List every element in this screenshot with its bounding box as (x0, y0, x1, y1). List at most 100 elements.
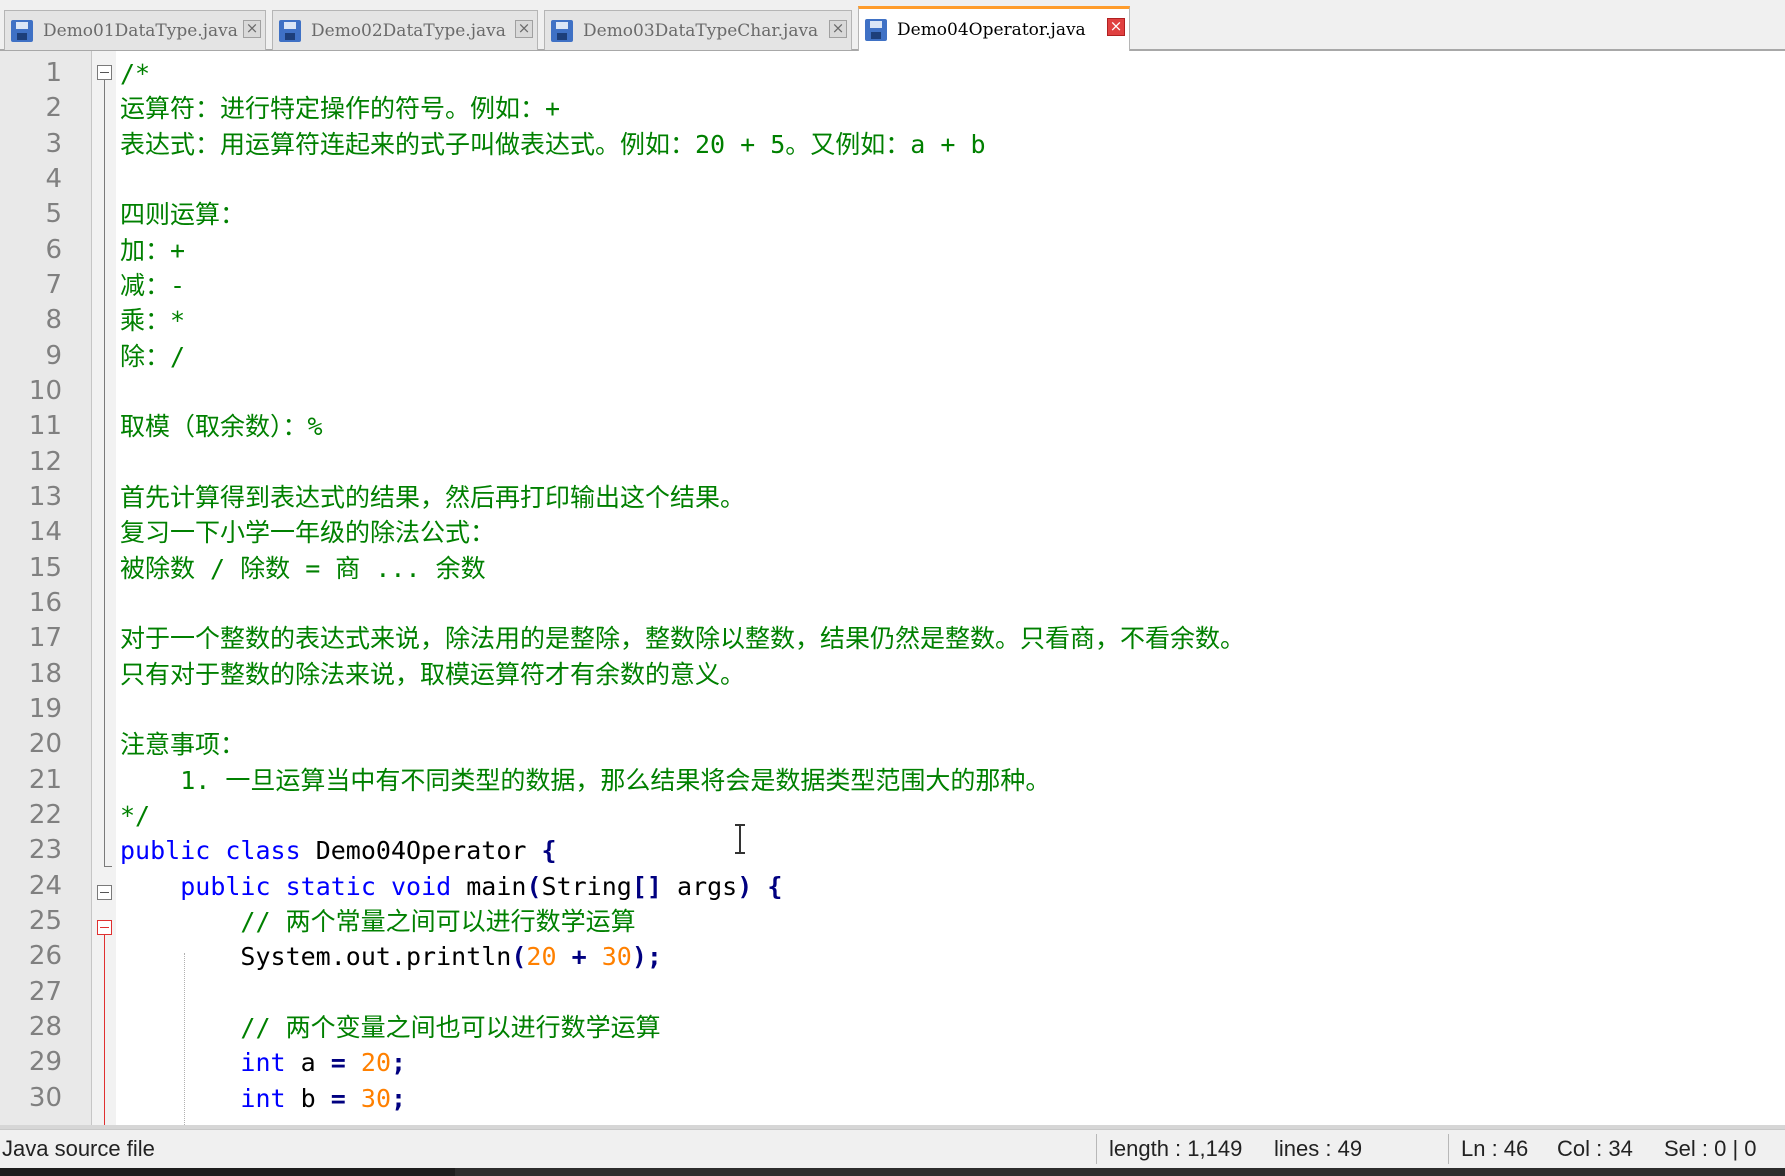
code-text: /* (120, 59, 151, 88)
keyword: void (390, 871, 452, 901)
code-editor[interactable]: 1 /* 2 运算符：进行特定操作的符号。例如：+ 3 表达式：用运算符连起来的… (0, 51, 1785, 1125)
code-text: public static void main(String[] args) { (120, 869, 782, 904)
keyword: public (180, 871, 271, 901)
line-number: 6 (45, 234, 62, 265)
class-name: Demo04Operator (315, 836, 527, 866)
code-line: 29 int a = 20; (0, 1045, 1785, 1080)
code-line: 26 System.out.println(20 + 30); (0, 939, 1785, 974)
line-number: 23 (28, 835, 62, 866)
line-number: 9 (45, 340, 62, 371)
paren: ( (526, 871, 542, 901)
line-number: 11 (28, 411, 62, 442)
code-lines: 1 /* 2 运算符：进行特定操作的符号。例如：+ 3 表达式：用运算符连起来的… (0, 56, 1785, 1116)
tab-label: Demo03DataTypeChar.java (583, 20, 819, 41)
code-text: 首先计算得到表达式的结果，然后再打印输出这个结果。 (120, 482, 746, 512)
code-line: 28 // 两个变量之间也可以进行数学运算 (0, 1010, 1785, 1045)
code-text: 表达式：用运算符连起来的式子叫做表达式。例如：20 + 5。又例如：a + b (120, 129, 986, 159)
close-icon[interactable]: × (1107, 18, 1125, 36)
code-line: 14 复习一下小学一年级的除法公式： (0, 515, 1785, 550)
keyword: class (225, 836, 301, 866)
code-line: 18 只有对于整数的除法来说，取模运算符才有余数的意义。 (0, 657, 1785, 692)
brackets: [] (631, 871, 662, 901)
line-number: 1 (45, 58, 62, 88)
code-text: // 两个常量之间可以进行数学运算 (120, 906, 636, 936)
line-number: 7 (45, 269, 62, 300)
save-icon (551, 19, 573, 42)
status-separator (1448, 1134, 1449, 1164)
tab-demo04-operator[interactable]: Demo04Operator.java × (858, 6, 1130, 51)
code-text: 加：+ (120, 235, 186, 265)
code-line: 8 乘：* (0, 303, 1785, 338)
code-text: 四则运算： (120, 200, 246, 230)
tab-demo03-datatypechar[interactable]: Demo03DataTypeChar.java × (544, 10, 852, 50)
line-number: 26 (28, 941, 62, 972)
code-line: 2 运算符：进行特定操作的符号。例如：+ (0, 91, 1785, 126)
status-line-number: Ln : 46 (1461, 1136, 1529, 1161)
line-number: 15 (28, 552, 62, 583)
code-text: int a = 20; (120, 1045, 406, 1080)
keyword: int (240, 1048, 286, 1078)
line-number: 20 (28, 729, 62, 760)
arg-name: args (677, 871, 738, 901)
paren: ) (737, 871, 753, 901)
code-line: 21 1. 一旦运算当中有不同类型的数据，那么结果将会是数据类型范围大的那种。 (0, 763, 1785, 798)
line-number: 3 (45, 128, 62, 159)
code-text: public class Demo04Operator { (120, 833, 557, 868)
close-icon[interactable]: × (829, 20, 847, 38)
operator: = (330, 1083, 346, 1113)
code-line: 5 四则运算： (0, 197, 1785, 232)
code-line: 9 除：/ (0, 339, 1785, 374)
method-name: main (466, 871, 527, 901)
line-number: 18 (28, 658, 62, 689)
keyword: static (285, 871, 376, 901)
status-column: Col : 34 (1557, 1136, 1633, 1161)
brace: { (541, 836, 557, 866)
number-literal: 20 (360, 1048, 391, 1078)
number-literal: 30 (601, 942, 632, 972)
close-icon[interactable]: × (243, 20, 261, 38)
line-number: 10 (28, 375, 62, 406)
tab-demo01-datatype[interactable]: Demo01DataType.java × (4, 10, 266, 50)
number-literal: 20 (526, 942, 557, 972)
taskbar-strip (0, 1168, 1785, 1176)
close-icon[interactable]: × (515, 20, 533, 38)
code-line: 6 加：+ (0, 233, 1785, 268)
save-icon (11, 19, 33, 42)
brace: { (767, 871, 783, 901)
line-number: 17 (28, 623, 62, 654)
line-number: 28 (28, 1011, 62, 1042)
tab-demo02-datatype[interactable]: Demo02DataType.java × (272, 10, 538, 50)
code-text: int b = 30; (120, 1081, 406, 1116)
variable-name: a (300, 1048, 316, 1078)
code-line: 17 对于一个整数的表达式来说，除法用的是整除，整数除以整数，结果仍然是整数。只… (0, 621, 1785, 656)
line-number: 16 (28, 587, 62, 618)
code-line: 23 public class Demo04Operator { (0, 833, 1785, 868)
code-line: 20 注意事项： (0, 727, 1785, 762)
status-length: length : 1,149 (1109, 1136, 1243, 1161)
keyword: int (240, 1083, 286, 1113)
status-file-type: Java source file (2, 1136, 155, 1161)
code-text: 对于一个整数的表达式来说，除法用的是整除，整数除以整数，结果仍然是整数。只看商，… (120, 624, 1246, 654)
code-text: 复习一下小学一年级的除法公式： (120, 518, 496, 548)
line-number: 21 (28, 764, 62, 795)
line-number: 13 (28, 481, 62, 512)
status-bar: Java source file length : 1,149 lines : … (0, 1129, 1785, 1168)
code-line: 11 取模（取余数）：% (0, 409, 1785, 444)
line-number: 4 (45, 163, 62, 194)
code-text: 被除数 / 除数 = 商 ... 余数 (120, 553, 486, 583)
save-icon (279, 19, 301, 42)
status-separator (1096, 1134, 1097, 1164)
code-line: 1 /* (0, 56, 1785, 91)
tab-label: Demo04Operator.java (897, 20, 1086, 40)
code-text: System.out.println(20 + 30); (120, 939, 662, 974)
line-number: 24 (28, 870, 62, 901)
line-number: 30 (28, 1082, 62, 1113)
paren: ( (511, 942, 527, 972)
code-text: 1. 一旦运算当中有不同类型的数据，那么结果将会是数据类型范围大的那种。 (120, 765, 1051, 795)
code-line: 25 // 两个常量之间可以进行数学运算 (0, 904, 1785, 939)
code-text: 减：- (120, 270, 186, 300)
code-line: 22 */ (0, 798, 1785, 833)
variable-name: b (300, 1083, 316, 1113)
